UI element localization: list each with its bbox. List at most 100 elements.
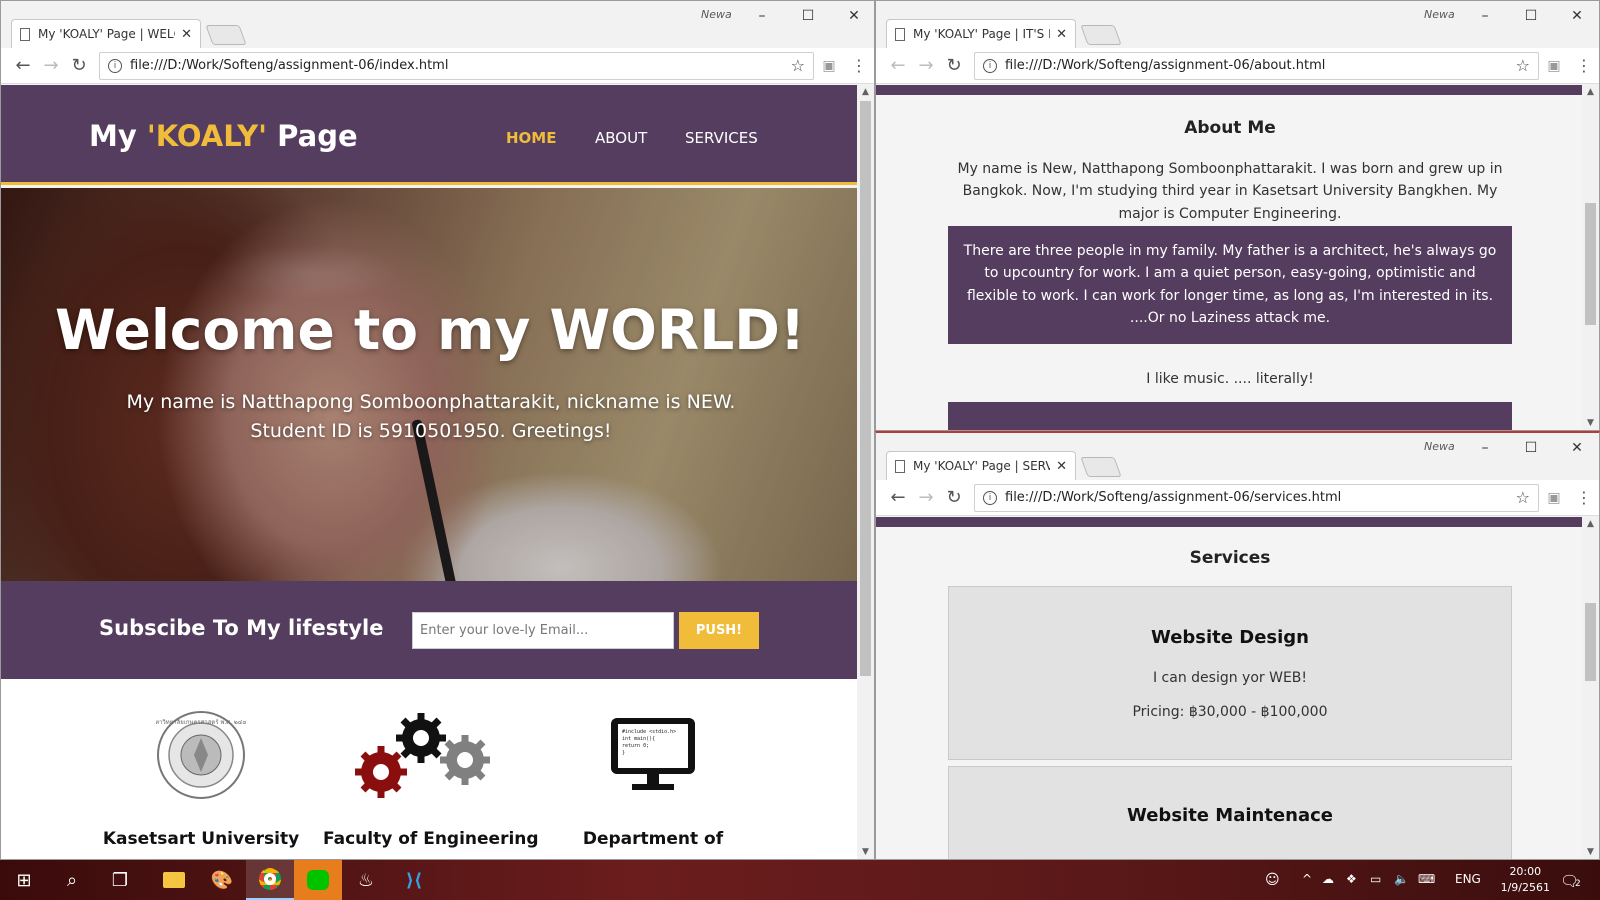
keyboard-icon[interactable]: ⌨ [1418, 872, 1435, 886]
scroll-thumb[interactable] [860, 101, 871, 676]
profile-name[interactable]: Newa [701, 8, 732, 21]
reload-icon[interactable]: ↻ [940, 55, 968, 76]
steam-icon[interactable]: ♨ [342, 860, 390, 900]
clock[interactable]: 20:00 1/9/2561 [1501, 864, 1550, 896]
forward-arrow-icon[interactable]: → [912, 487, 940, 508]
back-arrow-icon[interactable]: ← [884, 55, 912, 76]
maximize-button[interactable]: ☐ [785, 5, 831, 27]
url-text[interactable]: file:///D:/Work/Softeng/assignment-06/ab… [1005, 58, 1516, 73]
close-tab-icon[interactable]: ✕ [1056, 27, 1067, 42]
scroll-down-icon[interactable]: ▼ [1582, 847, 1599, 857]
svg-text:return 0;: return 0; [622, 743, 649, 749]
browser-toolbar: ← → ↻ i file:///D:/Work/Softeng/assignme… [876, 48, 1599, 84]
menu-icon[interactable]: ⋮ [1569, 488, 1599, 507]
file-explorer-icon[interactable] [150, 860, 198, 900]
forward-arrow-icon[interactable]: → [37, 55, 65, 76]
address-bar[interactable]: i file:///D:/Work/Softeng/assignment-06/… [974, 483, 1539, 512]
bookmark-star-icon[interactable]: ☆ [791, 56, 805, 75]
close-button[interactable]: ✕ [831, 5, 874, 27]
extension-icon[interactable]: ▣ [814, 58, 844, 74]
extension-icon[interactable]: ▣ [1539, 490, 1569, 506]
close-button[interactable]: ✕ [1554, 437, 1599, 459]
about-content: About Me My name is New, Natthapong Somb… [876, 95, 1584, 430]
browser-tab-services[interactable]: My 'KOALY' Page | SERVIC ✕ [886, 451, 1076, 480]
email-input[interactable]: Enter your love-ly Email... [412, 612, 674, 649]
scroll-up-icon[interactable]: ▲ [1582, 519, 1599, 529]
box-title: Kasetsart University [102, 829, 300, 849]
chrome-icon[interactable] [246, 860, 294, 900]
paint-icon[interactable]: 🎨 [198, 860, 246, 900]
about-paragraph-3: I like music. .... literally! [1146, 371, 1314, 387]
url-text[interactable]: file:///D:/Work/Softeng/assignment-06/se… [1005, 490, 1516, 505]
page-scrollbar[interactable]: ▲ ▼ [1582, 85, 1599, 430]
push-button[interactable]: PUSH! [679, 612, 759, 649]
line-app-icon[interactable] [294, 860, 342, 900]
onedrive-icon[interactable]: ☁ [1322, 872, 1334, 886]
nav-services[interactable]: SERVICES [685, 129, 758, 147]
close-tab-icon[interactable]: ✕ [181, 27, 192, 42]
vscode-icon[interactable]: ⟩⟨ [390, 860, 438, 900]
scroll-down-icon[interactable]: ▼ [857, 847, 874, 857]
info-icon[interactable]: i [108, 58, 122, 73]
info-icon[interactable]: i [983, 490, 997, 505]
menu-icon[interactable]: ⋮ [1569, 56, 1599, 75]
windows-start-icon[interactable]: ⊞ [0, 860, 48, 900]
header-strip [876, 85, 1584, 95]
notification-count: 2 [1575, 879, 1581, 889]
browser-tab-about[interactable]: My 'KOALY' Page | IT'S M ✕ [886, 19, 1076, 48]
page-icon [20, 27, 30, 41]
header-strip [876, 517, 1584, 527]
dropbox-icon[interactable]: ❖ [1346, 872, 1357, 886]
nav-home[interactable]: HOME [506, 129, 556, 147]
profile-name[interactable]: Newa [1424, 8, 1455, 21]
new-tab-button[interactable] [1080, 25, 1122, 45]
scroll-down-icon[interactable]: ▼ [1582, 418, 1599, 428]
new-tab-button[interactable] [205, 25, 247, 45]
info-icon[interactable]: i [983, 58, 997, 73]
language-indicator[interactable]: ENG [1455, 872, 1481, 886]
taskbar: ⊞ ⌕ ❐ 🎨 ♨ ⟩⟨ ☺ ^ ☁ ❖ ▭ 🔈 ⌨ ENG 20:00 1/9… [0, 860, 1600, 900]
service-title: Website Maintenace [1127, 805, 1333, 826]
minimize-button[interactable]: – [739, 5, 785, 27]
profile-name[interactable]: Newa [1424, 440, 1455, 453]
extension-icon[interactable]: ▣ [1539, 58, 1569, 74]
nav-about[interactable]: ABOUT [595, 129, 647, 147]
address-bar[interactable]: i file:///D:/Work/Softeng/assignment-06/… [99, 51, 814, 80]
box-engineering: Faculty of Engineering [323, 705, 539, 849]
browser-window-services: My 'KOALY' Page | SERVIC ✕ Newa – ☐ ✕ ← … [875, 431, 1600, 860]
notification-center-icon[interactable]: 🗨2 [1560, 872, 1581, 890]
address-bar[interactable]: i file:///D:/Work/Softeng/assignment-06/… [974, 51, 1539, 80]
page-scrollbar[interactable]: ▲ ▼ [1582, 517, 1599, 859]
close-button[interactable]: ✕ [1554, 5, 1599, 27]
minimize-button[interactable]: – [1462, 437, 1508, 459]
menu-icon[interactable]: ⋮ [844, 56, 874, 75]
url-text[interactable]: file:///D:/Work/Softeng/assignment-06/in… [130, 58, 791, 73]
maximize-button[interactable]: ☐ [1508, 437, 1554, 459]
browser-tab-home[interactable]: My 'KOALY' Page | WELCO ✕ [11, 19, 201, 48]
scroll-thumb[interactable] [1585, 203, 1596, 325]
new-tab-button[interactable] [1080, 457, 1122, 477]
scroll-up-icon[interactable]: ▲ [857, 87, 874, 97]
bookmark-star-icon[interactable]: ☆ [1516, 488, 1530, 507]
hero-title: Welcome to my WORLD! [54, 298, 806, 362]
people-icon[interactable]: ☺ [1265, 872, 1280, 888]
reload-icon[interactable]: ↻ [65, 55, 93, 76]
forward-arrow-icon[interactable]: → [912, 55, 940, 76]
minimize-button[interactable]: – [1462, 5, 1508, 27]
page-scrollbar[interactable]: ▲ ▼ [857, 85, 874, 859]
network-icon[interactable]: ▭ [1370, 872, 1381, 886]
scroll-thumb[interactable] [1585, 603, 1596, 681]
show-hidden-icons[interactable]: ^ [1302, 872, 1312, 886]
reload-icon[interactable]: ↻ [940, 487, 968, 508]
task-view-icon[interactable]: ❐ [96, 860, 144, 900]
back-arrow-icon[interactable]: ← [9, 55, 37, 76]
about-heading: About Me [1184, 118, 1276, 138]
volume-icon[interactable]: 🔈 [1394, 872, 1409, 886]
search-icon[interactable]: ⌕ [48, 860, 96, 900]
back-arrow-icon[interactable]: ← [884, 487, 912, 508]
scroll-up-icon[interactable]: ▲ [1582, 87, 1599, 97]
maximize-button[interactable]: ☐ [1508, 5, 1554, 27]
bookmark-star-icon[interactable]: ☆ [1516, 56, 1530, 75]
site-logo[interactable]: My 'KOALY' Page [89, 119, 358, 153]
close-tab-icon[interactable]: ✕ [1056, 459, 1067, 474]
